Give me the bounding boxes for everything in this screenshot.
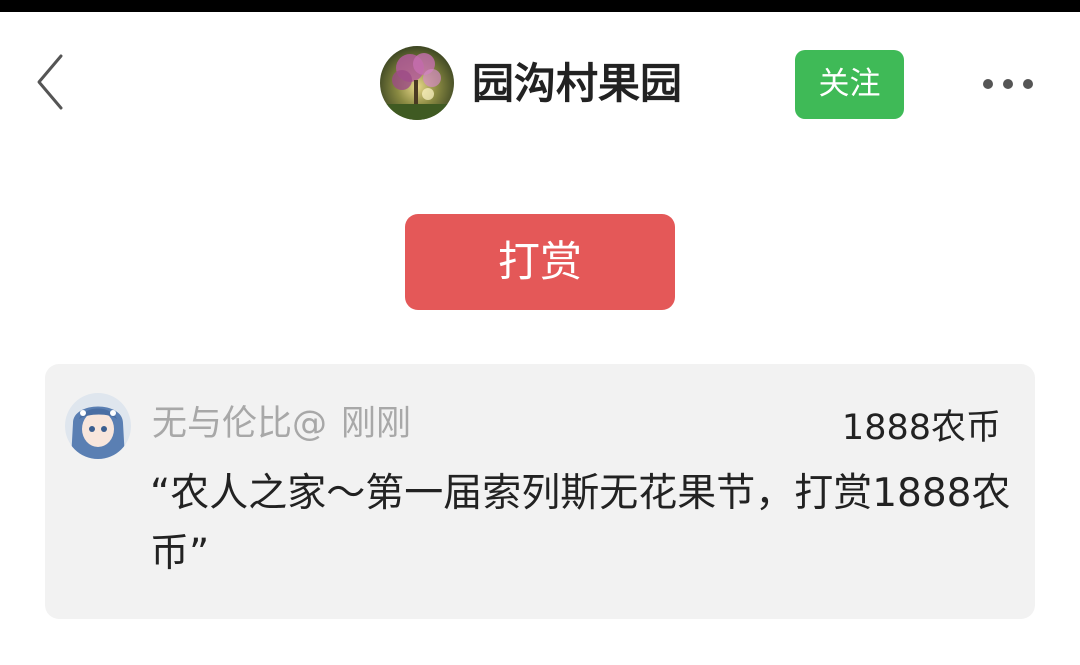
top-nav-bar: 园沟村果园 关注: [0, 12, 1080, 157]
reward-user-line: 无与伦比@ 刚刚: [152, 400, 411, 448]
user-avatar[interactable]: [65, 393, 131, 459]
reward-button[interactable]: 打赏: [405, 214, 675, 310]
page-title: 园沟村果园: [472, 59, 683, 108]
chevron-left-icon: [37, 54, 63, 110]
follow-button[interactable]: 关注: [795, 50, 904, 119]
user-name[interactable]: 无与伦比@: [152, 404, 327, 444]
more-options-button[interactable]: [972, 66, 1044, 102]
reward-time: 刚刚: [341, 404, 412, 444]
reward-amount: 1888农币: [841, 408, 1001, 448]
reward-record-card: 无与伦比@ 刚刚 1888农币 “农人之家～第一届索列斯无花果节，打赏1888农币…: [45, 364, 1035, 619]
more-dots-icon: [983, 79, 993, 89]
reward-message: “农人之家～第一届索列斯无花果节，打赏1888农币”: [150, 471, 1011, 576]
back-button[interactable]: [20, 46, 80, 118]
shop-avatar: [380, 46, 454, 120]
status-bar: [0, 0, 1080, 12]
